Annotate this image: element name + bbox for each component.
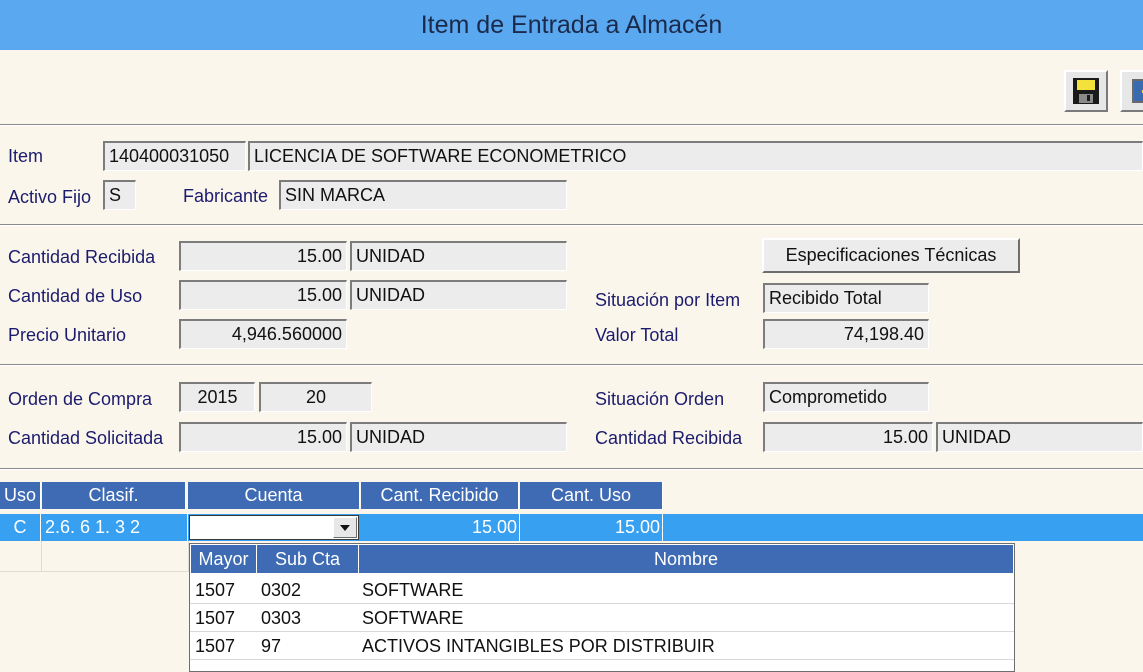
fabricante-field[interactable]: SIN MARCA — [279, 180, 567, 210]
cell-uso[interactable]: C — [0, 514, 41, 541]
cell-cant-recibido[interactable]: 15.00 — [361, 514, 520, 541]
cantidad-uso-unit-field[interactable]: UNIDAD — [350, 280, 567, 310]
situacion-orden-field[interactable]: Comprometido — [763, 382, 929, 412]
activo-fijo-label: Activo Fijo — [8, 187, 92, 207]
cell-clasif[interactable]: 2.6. 6 1. 3 2 — [42, 514, 188, 541]
cantidad-solicitada-unit-field[interactable]: UNIDAD — [350, 422, 567, 452]
item-code-field[interactable]: 140400031050 — [103, 141, 246, 171]
grid-header-cant-uso[interactable]: Cant. Uso — [520, 482, 663, 509]
list-item-mayor: 1507 — [195, 608, 236, 628]
grid-header-cant-recibido[interactable]: Cant. Recibido — [361, 482, 519, 509]
especificaciones-tecnicas-button[interactable]: Especificaciones Técnicas — [762, 238, 1020, 273]
cantidad-solicitada-field[interactable]: 15.00 — [179, 422, 347, 452]
orden-cantidad-recibida-label: Cantidad Recibida — [595, 428, 743, 448]
orden-cantidad-recibida-field[interactable]: 15.00 — [763, 422, 933, 452]
cantidad-uso-field[interactable]: 15.00 — [179, 280, 347, 310]
separator — [0, 468, 1143, 470]
separator — [0, 224, 1143, 226]
grid-header-clasif[interactable]: Clasif. — [42, 482, 186, 509]
list-item[interactable]: 1507 0302 SOFTWARE — [190, 576, 1014, 604]
cantidad-recibida-unit-field[interactable]: UNIDAD — [350, 241, 567, 271]
list-item-mayor: 1507 — [195, 636, 236, 656]
situacion-item-label: Situación por Item — [595, 290, 741, 310]
dropdown-header-subcta: Sub Cta — [257, 545, 359, 573]
list-item-nombre: SOFTWARE — [362, 608, 464, 628]
list-item-mayor: 1507 — [195, 580, 236, 600]
cantidad-recibida-field[interactable]: 15.00 — [179, 241, 347, 271]
cuenta-dropdown-list[interactable]: Mayor Sub Cta Nombre 1507 0302 SOFTWARE … — [189, 543, 1015, 672]
cell-cant-uso[interactable]: 15.00 — [520, 514, 663, 541]
precio-unitario-field[interactable]: 4,946.560000 — [179, 319, 347, 349]
cuenta-combo[interactable] — [189, 515, 359, 540]
valor-total-field[interactable]: 74,198.40 — [763, 319, 929, 349]
separator — [0, 364, 1143, 366]
combo-dropdown-button[interactable] — [333, 517, 357, 538]
save-floppy-icon — [1073, 78, 1099, 104]
activo-fijo-field[interactable]: S — [103, 180, 136, 210]
save-button[interactable] — [1064, 70, 1108, 112]
list-item-nombre: SOFTWARE — [362, 580, 464, 600]
list-item-subcta: 97 — [261, 636, 282, 656]
window-title: Item de Entrada a Almacén — [420, 10, 723, 39]
chevron-down-icon — [340, 524, 350, 531]
precio-unitario-label: Precio Unitario — [8, 325, 127, 345]
cantidad-recibida-label: Cantidad Recibida — [8, 247, 156, 267]
situacion-item-field[interactable]: Recibido Total — [763, 283, 929, 313]
list-item[interactable]: 1507 0303 SOFTWARE — [190, 604, 1014, 632]
separator — [0, 124, 1143, 126]
list-item-subcta: 0303 — [261, 608, 302, 628]
situacion-orden-label: Situación Orden — [595, 389, 725, 409]
exit-button[interactable] — [1120, 70, 1143, 112]
item-label: Item — [8, 146, 44, 166]
cantidad-solicitada-label: Cantidad Solicitada — [8, 428, 164, 448]
list-item-subcta: 0302 — [261, 580, 302, 600]
orden-cantidad-recibida-unit-field[interactable]: UNIDAD — [936, 422, 1143, 452]
orden-year-field[interactable]: 2015 — [179, 382, 255, 412]
orden-compra-label: Orden de Compra — [8, 389, 153, 409]
dropdown-header-nombre: Nombre — [359, 545, 1014, 573]
exit-door-icon — [1132, 79, 1143, 103]
dropdown-header-mayor: Mayor — [191, 545, 257, 573]
grid-empty-area — [0, 541, 189, 672]
fabricante-label: Fabricante — [183, 186, 269, 206]
cantidad-uso-label: Cantidad de Uso — [8, 286, 143, 306]
grid-header-uso[interactable]: Uso — [0, 482, 41, 509]
item-description-field[interactable]: LICENCIA DE SOFTWARE ECONOMETRICO — [248, 141, 1143, 171]
grid-header-cuenta[interactable]: Cuenta — [188, 482, 360, 509]
list-item[interactable]: 1507 97 ACTIVOS INTANGIBLES POR DISTRIBU… — [190, 632, 1014, 660]
valor-total-label: Valor Total — [595, 325, 679, 345]
window-title-bar: Item de Entrada a Almacén — [0, 0, 1143, 50]
list-item-nombre: ACTIVOS INTANGIBLES POR DISTRIBUIR — [362, 636, 715, 656]
orden-number-field[interactable]: 20 — [259, 382, 372, 412]
